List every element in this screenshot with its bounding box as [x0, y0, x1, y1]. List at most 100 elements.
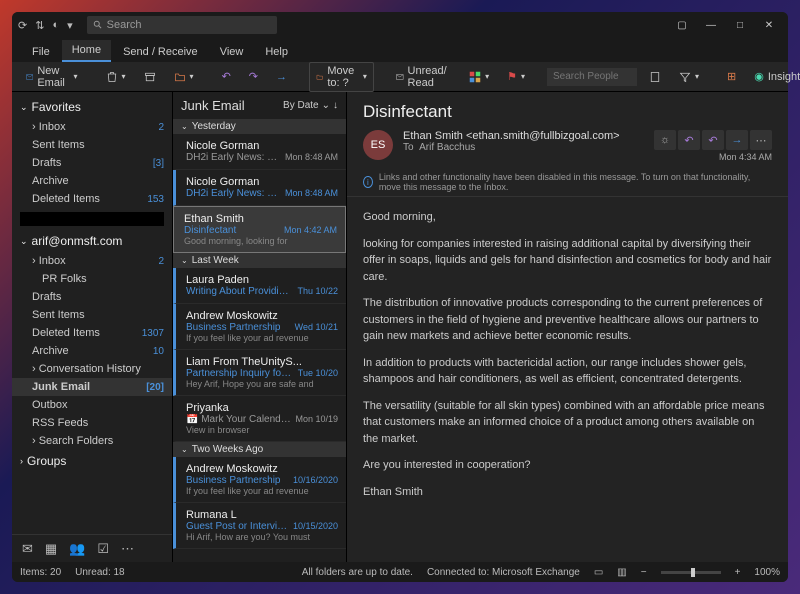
- message-item[interactable]: Priyanka📅 Mark Your Calendars to M...Mon…: [173, 396, 346, 442]
- tab-view[interactable]: View: [210, 42, 254, 62]
- message-preview: Hi Arif, How are you? You must: [186, 532, 338, 542]
- nav-header[interactable]: ›Groups: [12, 450, 172, 472]
- forward-button[interactable]: →: [726, 130, 748, 150]
- addins-button[interactable]: ⊞: [721, 67, 742, 86]
- zoom-out-icon[interactable]: −: [641, 567, 647, 578]
- message-item[interactable]: Ethan SmithDisinfectantMon 4:42 AMGood m…: [173, 206, 346, 253]
- reply-button[interactable]: ↶: [678, 130, 700, 150]
- user-icon[interactable]: ◐: [52, 19, 59, 31]
- more-nav-icon[interactable]: ⋯: [121, 541, 134, 557]
- nav-header[interactable]: ⌄Favorites: [12, 96, 172, 118]
- reply-all-button[interactable]: ↶: [702, 130, 724, 150]
- next-button[interactable]: →: [270, 68, 293, 86]
- nav-item[interactable]: Drafts: [12, 288, 172, 306]
- unread-read-label: Unread/ Read: [408, 65, 452, 89]
- move-to-button[interactable]: Move to: ? ▾: [309, 62, 374, 92]
- search-people-input[interactable]: [547, 68, 637, 86]
- chevron-down-icon: ⌄: [20, 102, 28, 113]
- flag-button[interactable]: ⚑▾: [501, 67, 531, 86]
- info-icon: i: [363, 176, 373, 188]
- new-email-button[interactable]: New Email ▾: [20, 62, 84, 92]
- tasks-icon[interactable]: ☑: [97, 541, 109, 557]
- message-item[interactable]: Andrew MoskowitzBusiness PartnershipWed …: [173, 304, 346, 350]
- sync-icon[interactable]: ⇅: [35, 19, 44, 32]
- categorize-button[interactable]: ▾: [463, 68, 495, 86]
- unread-read-button[interactable]: Unread/ Read: [390, 62, 457, 92]
- nav-item-label: Drafts: [32, 291, 61, 303]
- message-subject-preview: Writing About Providing To...: [186, 286, 293, 297]
- sun-icon[interactable]: ☼: [654, 130, 676, 150]
- tab-send-receive[interactable]: Send / Receive: [113, 42, 208, 62]
- nav-item-label: › Search Folders: [32, 435, 113, 447]
- view-reading-icon[interactable]: ▥: [617, 567, 626, 578]
- minimize-button[interactable]: —: [698, 15, 724, 35]
- more-actions-button[interactable]: ⋯: [750, 130, 772, 150]
- sort-button[interactable]: By Date ⌄ ↓: [283, 100, 338, 111]
- nav-item-label: Sent Items: [32, 139, 85, 151]
- nav-item[interactable]: Outbox: [12, 396, 172, 414]
- message-time: Mon 8:48 AM: [285, 152, 338, 163]
- nav-item[interactable]: PR Folks: [12, 270, 172, 288]
- list-group-header[interactable]: ⌄Yesterday: [173, 119, 346, 134]
- nav-item[interactable]: › Search Folders: [12, 432, 172, 450]
- nav-item[interactable]: › Conversation History: [12, 360, 172, 378]
- sender-avatar: ES: [363, 130, 393, 160]
- tab-home[interactable]: Home: [62, 40, 111, 62]
- nav-item[interactable]: Sent Items: [12, 136, 172, 154]
- message-list: Junk Email By Date ⌄ ↓ ⌄YesterdayNicole …: [172, 92, 347, 562]
- message-item[interactable]: Laura PadenWriting About Providing To...…: [173, 268, 346, 304]
- nav-item-label: Drafts: [32, 157, 61, 169]
- archive-button[interactable]: [138, 68, 162, 86]
- address-book-button[interactable]: [643, 68, 667, 86]
- message-item[interactable]: Nicole GormanDH2i Early News: DxOdysse..…: [173, 170, 346, 206]
- nav-item[interactable]: Deleted Items153: [12, 190, 172, 208]
- filter-button[interactable]: ▾: [673, 68, 705, 86]
- refresh-icon[interactable]: ⟳: [18, 19, 27, 32]
- tab-help[interactable]: Help: [255, 42, 298, 62]
- zoom-slider[interactable]: [661, 571, 721, 574]
- nav-header[interactable]: ⌄arif@onmsft.com: [12, 230, 172, 252]
- message-subject-preview: Disinfectant: [184, 225, 280, 236]
- nav-item[interactable]: › Inbox2: [12, 252, 172, 270]
- nav-item[interactable]: Sent Items: [12, 306, 172, 324]
- status-items: Items: 20: [20, 567, 61, 578]
- mail-icon[interactable]: ✉: [22, 541, 33, 557]
- close-button[interactable]: ✕: [756, 15, 782, 35]
- message-from: Nicole Gorman: [186, 176, 338, 188]
- undo-button[interactable]: ↶: [216, 67, 237, 86]
- redo-button[interactable]: ↷: [243, 67, 264, 86]
- list-group-header[interactable]: ⌄Last Week: [173, 253, 346, 268]
- list-group-header[interactable]: ⌄Two Weeks Ago: [173, 442, 346, 457]
- zoom-in-icon[interactable]: +: [735, 567, 741, 578]
- dropdown-icon[interactable]: ▾: [67, 19, 73, 32]
- message-preview: If you feel like your ad revenue: [186, 486, 338, 496]
- nav-item[interactable]: Drafts[3]: [12, 154, 172, 172]
- message-item[interactable]: Andrew MoskowitzBusiness Partnership10/1…: [173, 457, 346, 503]
- nav-item[interactable]: RSS Feeds: [12, 414, 172, 432]
- delete-button[interactable]: ▾: [100, 68, 132, 86]
- calendar-icon[interactable]: ▦: [45, 541, 57, 557]
- tab-file[interactable]: File: [22, 42, 60, 62]
- nav-item[interactable]: › Inbox2: [12, 118, 172, 136]
- nav-item[interactable]: Junk Email[20]: [12, 378, 172, 396]
- insights-button[interactable]: ◉ Insights: [748, 67, 800, 86]
- message-item[interactable]: Nicole GormanDH2i Early News: DxOdyssey …: [173, 134, 346, 170]
- people-icon[interactable]: 👥: [69, 541, 85, 557]
- nav-item[interactable]: Archive: [12, 172, 172, 190]
- status-sync: All folders are up to date.: [302, 567, 413, 578]
- ribbon-tabs: FileHomeSend / ReceiveViewHelp: [12, 38, 788, 62]
- view-normal-icon[interactable]: ▭: [594, 567, 603, 578]
- global-search[interactable]: Search: [87, 16, 277, 34]
- ribbon: New Email ▾ ▾ ▾ ↶ ↷ → Move to: ? ▾ Unrea…: [12, 62, 788, 92]
- maximize-button[interactable]: □: [727, 15, 753, 35]
- status-connected: Connected to: Microsoft Exchange: [427, 567, 580, 578]
- nav-item[interactable]: Deleted Items1307: [12, 324, 172, 342]
- ribbon-options-icon[interactable]: ▢: [669, 15, 695, 35]
- body-paragraph: The versatility (suitable for all skin t…: [363, 398, 772, 448]
- nav-item-label: RSS Feeds: [32, 417, 88, 429]
- nav-item[interactable]: Archive10: [12, 342, 172, 360]
- open-folder-button[interactable]: ▾: [168, 68, 200, 86]
- message-item[interactable]: Rumana LGuest Post or Interview opp...10…: [173, 503, 346, 549]
- body-paragraph: Good morning,: [363, 209, 772, 226]
- message-item[interactable]: Liam From TheUnityS...Partnership Inquir…: [173, 350, 346, 396]
